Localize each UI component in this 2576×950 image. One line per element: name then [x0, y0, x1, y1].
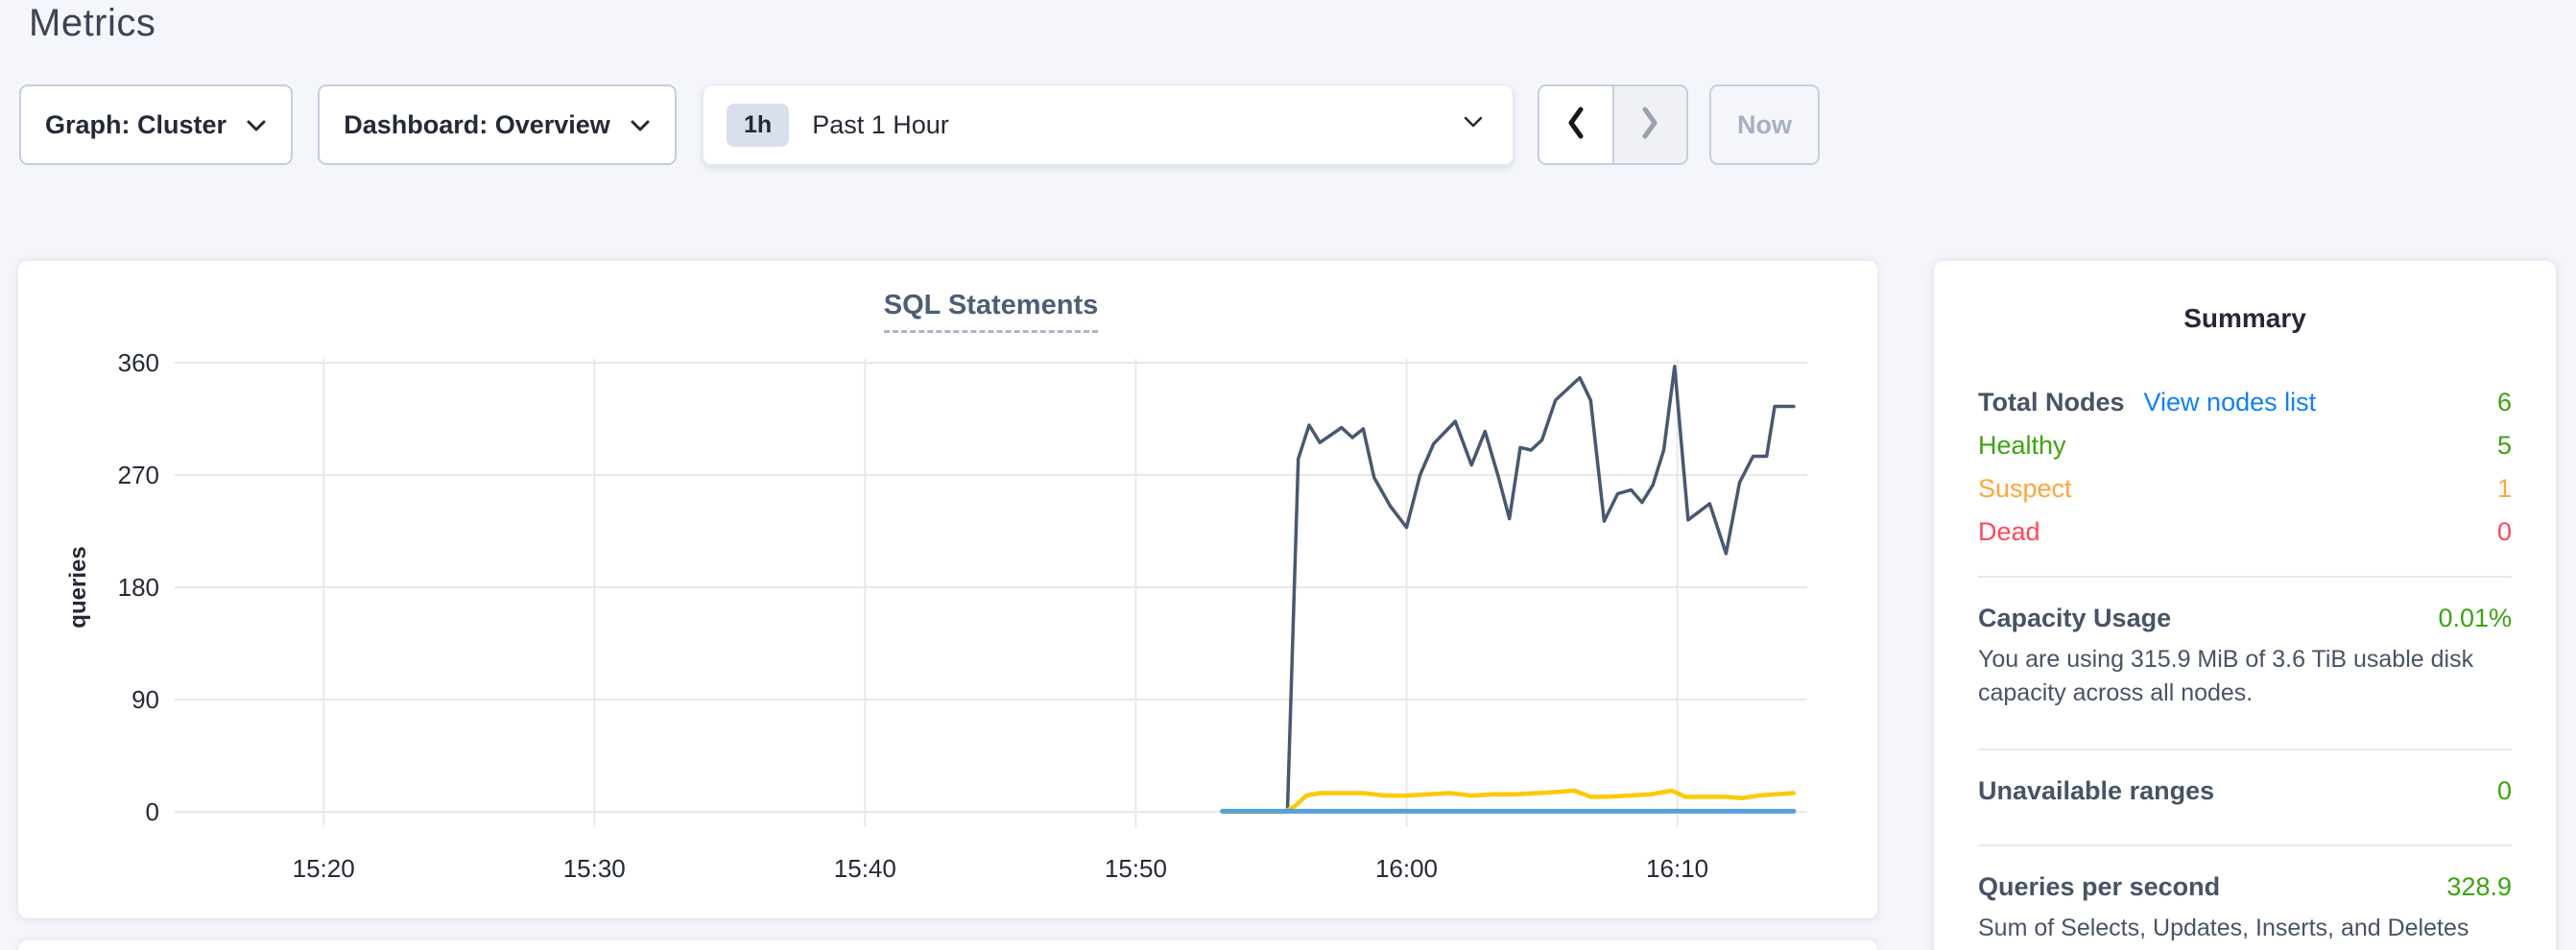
svg-text:270: 270 [118, 461, 159, 489]
now-button[interactable]: Now [1709, 84, 1820, 165]
svg-text:15:40: 15:40 [834, 854, 896, 883]
healthy-nodes-value: 5 [2497, 431, 2512, 461]
svg-text:16:10: 16:10 [1646, 854, 1708, 883]
svg-text:0: 0 [146, 797, 159, 826]
previous-time-window-button[interactable] [1539, 86, 1612, 163]
suspect-nodes-label: Suspect [1978, 474, 2072, 504]
time-window-pager [1538, 84, 1688, 165]
summary-panel: Summary Total Nodes View nodes list 6 Hea… [1934, 261, 2556, 950]
metrics-toolbar: Graph: Cluster Dashboard: Overview 1h Pa… [19, 84, 1820, 165]
total-nodes-row: Total Nodes View nodes list 6 [1978, 388, 2512, 431]
chevron-left-icon [1565, 106, 1586, 145]
chevron-down-icon [246, 110, 267, 140]
suspect-nodes-row: Suspect 1 [1978, 474, 2512, 517]
chevron-down-icon [630, 110, 651, 140]
page-title: Metrics [29, 2, 155, 45]
dashboard-dropdown[interactable]: Dashboard: Overview [318, 84, 677, 165]
capacity-usage-value: 0.01% [2438, 604, 2512, 633]
svg-text:15:50: 15:50 [1105, 854, 1167, 883]
next-chart-card-partial [18, 940, 1877, 950]
queries-per-second-label: Queries per second [1978, 872, 2220, 902]
statements-yellow-line [1223, 791, 1794, 812]
dashboard-dropdown-label: Dashboard: Overview [344, 110, 610, 140]
time-window-badge: 1h [727, 104, 789, 147]
capacity-usage-section: Capacity Usage 0.01% You are using 315.9… [1978, 578, 2512, 710]
queries-per-second-section: Queries per second 328.9 Sum of Selects,… [1978, 846, 2512, 950]
summary-panel-title: Summary [1978, 261, 2512, 334]
svg-text:360: 360 [118, 348, 159, 377]
dead-nodes-value: 0 [2497, 517, 2512, 547]
queries-per-second-value: 328.9 [2446, 872, 2512, 902]
queries-per-second-caption: Sum of Selects, Updates, Inserts, and De… [1978, 912, 2512, 950]
healthy-nodes-row: Healthy 5 [1978, 431, 2512, 474]
graph-source-dropdown[interactable]: Graph: Cluster [19, 84, 293, 165]
svg-text:15:30: 15:30 [563, 854, 626, 883]
unavailable-ranges-section: Unavailable ranges 0 [1978, 750, 2512, 806]
sql-statements-chart[interactable]: 0 90 180 270 360 15:20 15:30 15:40 15:50 16:00 16:… [18, 261, 1877, 918]
total-nodes-label: Total Nodes [1978, 388, 2125, 416]
svg-text:180: 180 [118, 573, 159, 602]
chevron-right-icon [1639, 106, 1660, 145]
next-time-window-button[interactable] [1612, 86, 1687, 163]
svg-text:16:00: 16:00 [1375, 854, 1438, 883]
capacity-usage-caption: You are using 315.9 MiB of 3.6 TiB usabl… [1978, 643, 2512, 710]
node-status-list: Total Nodes View nodes list 6 Healthy 5 S… [1978, 388, 2512, 560]
svg-text:90: 90 [131, 685, 159, 714]
chevron-down-icon [1463, 115, 1484, 134]
svg-text:queries: queries [65, 546, 91, 628]
dead-nodes-row: Dead 0 [1978, 517, 2512, 560]
sql-statements-chart-card: SQL Statements 09018027036015:2015:3015:… [18, 261, 1877, 918]
time-window-selector[interactable]: 1h Past 1 Hour [703, 84, 1514, 165]
suspect-nodes-value: 1 [2497, 474, 2512, 504]
unavailable-ranges-label: Unavailable ranges [1978, 776, 2214, 806]
statements-dark-blue-line [1223, 367, 1794, 812]
capacity-usage-label: Capacity Usage [1978, 604, 2171, 633]
time-window-label: Past 1 Hour [812, 110, 1463, 140]
view-nodes-list-link[interactable]: View nodes list [2144, 388, 2317, 416]
graph-source-dropdown-label: Graph: Cluster [45, 110, 227, 140]
svg-text:15:20: 15:20 [293, 854, 355, 883]
healthy-nodes-label: Healthy [1978, 431, 2066, 461]
dead-nodes-label: Dead [1978, 517, 2040, 547]
unavailable-ranges-value: 0 [2497, 776, 2512, 806]
total-nodes-value: 6 [2497, 388, 2512, 417]
